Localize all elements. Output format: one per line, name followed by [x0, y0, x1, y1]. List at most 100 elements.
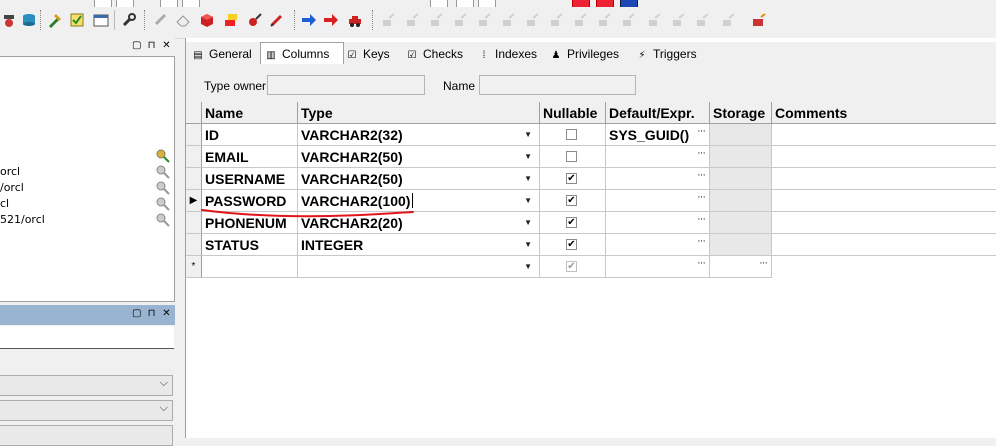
close-icon[interactable]: ✕ — [162, 308, 171, 319]
toolbar-clipped-button[interactable] — [182, 0, 200, 7]
ellipsis-button[interactable]: ··· — [697, 168, 706, 186]
name-cell[interactable]: USERNAME — [202, 168, 298, 190]
ellipsis-button[interactable]: ··· — [697, 234, 706, 252]
restore-icon[interactable]: ▢ — [132, 308, 141, 319]
tree-item-connection[interactable]: cl — [0, 197, 9, 210]
dropdown-arrow-icon[interactable]: ▼ — [524, 124, 532, 145]
disabled-tool-icon[interactable] — [572, 11, 590, 29]
table-row[interactable]: ID VARCHAR2(32) ▼ SYS_GUID() ··· — [186, 124, 996, 146]
table-row[interactable]: STATUS INTEGER ▼ ✔ ··· — [186, 234, 996, 256]
dropdown-select[interactable] — [0, 425, 173, 446]
comments-cell[interactable] — [772, 168, 996, 190]
ellipsis-button[interactable]: ··· — [697, 256, 706, 274]
ellipsis-button[interactable]: ··· — [697, 146, 706, 164]
report-icon[interactable] — [68, 11, 86, 29]
name-cell[interactable]: ID — [202, 124, 298, 146]
comments-cell[interactable] — [772, 124, 996, 146]
name-cell[interactable]: STATUS — [202, 234, 298, 256]
type-cell[interactable]: VARCHAR2(20) ▼ — [298, 212, 540, 234]
comments-cell[interactable] — [772, 146, 996, 168]
disabled-tool-icon[interactable] — [404, 11, 422, 29]
database-icon[interactable] — [20, 11, 38, 29]
disabled-tool-icon[interactable] — [694, 11, 712, 29]
default-cell[interactable]: ··· — [606, 256, 710, 278]
nullable-checkbox[interactable]: ✔ — [566, 239, 577, 250]
column-header-storage[interactable]: Storage — [710, 102, 772, 124]
pin-icon[interactable]: ⊓ — [147, 308, 156, 319]
tab-privileges[interactable]: ♟ Privileges — [546, 45, 628, 64]
name-cell[interactable]: EMAIL — [202, 146, 298, 168]
tab-triggers[interactable]: ⚡ Triggers — [632, 45, 702, 64]
nullable-checkbox[interactable] — [566, 129, 577, 140]
name-cell[interactable]: PHONENUM — [202, 212, 298, 234]
column-header-nullable[interactable]: Nullable — [540, 102, 606, 124]
row-indicator[interactable] — [186, 212, 202, 234]
toolbar-clipped-button[interactable] — [572, 0, 590, 7]
default-cell[interactable]: ··· — [606, 212, 710, 234]
dropdown-arrow-icon[interactable]: ▼ — [524, 256, 532, 277]
default-cell[interactable]: ··· — [606, 168, 710, 190]
nullable-cell[interactable]: ✔ — [540, 256, 606, 278]
toolbar-grip[interactable] — [372, 10, 376, 30]
window-list-icon[interactable] — [92, 11, 110, 29]
comments-cell[interactable] — [772, 234, 996, 256]
name-cell[interactable]: PASSWORD — [202, 190, 298, 212]
table-row[interactable]: ▶ PASSWORD VARCHAR2(100) ▼ ✔ ··· — [186, 190, 996, 212]
tab-columns[interactable]: ▥ Columns — [260, 42, 344, 65]
nullable-cell[interactable]: ✔ — [540, 234, 606, 256]
restore-icon[interactable]: ▢ — [132, 40, 141, 51]
row-indicator[interactable] — [186, 234, 202, 256]
dropdown-arrow-icon[interactable]: ▼ — [524, 190, 532, 211]
toolbar-clipped-button[interactable] — [94, 0, 112, 7]
pen-icon[interactable] — [268, 11, 286, 29]
toolbar-grip[interactable] — [144, 10, 148, 30]
tab-checks[interactable]: ☑ Checks — [402, 45, 470, 64]
default-cell[interactable]: ··· — [606, 190, 710, 212]
comments-cell[interactable] — [772, 256, 996, 278]
dropdown-select[interactable]: ⌵ — [0, 375, 173, 396]
disabled-tool-icon[interactable] — [500, 11, 518, 29]
arrow-right-red-icon[interactable] — [322, 11, 340, 29]
toolbar-clipped-button[interactable] — [430, 0, 448, 7]
comments-cell[interactable] — [772, 190, 996, 212]
pin-icon[interactable]: ⊓ — [147, 40, 156, 51]
disabled-tool-icon[interactable] — [670, 11, 688, 29]
column-header-comments[interactable]: Comments — [772, 102, 996, 124]
nullable-cell[interactable]: ✔ — [540, 168, 606, 190]
nullable-cell[interactable]: ✔ — [540, 212, 606, 234]
toolbar-grip[interactable] — [294, 10, 298, 30]
tree-item-connection[interactable]: /orcl — [0, 181, 24, 194]
table-row[interactable]: USERNAME VARCHAR2(50) ▼ ✔ ··· — [186, 168, 996, 190]
disabled-tool-icon[interactable] — [720, 11, 738, 29]
red-cube-icon[interactable] — [198, 11, 216, 29]
tools-icon[interactable] — [46, 11, 64, 29]
table-row[interactable]: PHONENUM VARCHAR2(20) ▼ ✔ ··· — [186, 212, 996, 234]
ellipsis-button[interactable]: ··· — [697, 124, 706, 142]
tab-general[interactable]: ▤ General — [188, 45, 260, 64]
nullable-cell[interactable] — [540, 146, 606, 168]
type-cell[interactable]: VARCHAR2(32) ▼ — [298, 124, 540, 146]
eraser-icon[interactable] — [174, 11, 192, 29]
type-cell[interactable]: ▼ — [298, 256, 540, 278]
toolbar-clipped-button[interactable] — [116, 0, 134, 7]
dropdown-arrow-icon[interactable]: ▼ — [524, 234, 532, 255]
default-cell[interactable]: ··· — [606, 146, 710, 168]
name-cell[interactable] — [202, 256, 298, 278]
toolbar-clipped-button[interactable] — [160, 0, 178, 7]
type-cell[interactable]: VARCHAR2(100) ▼ — [298, 190, 540, 212]
disabled-tool-icon[interactable] — [428, 11, 446, 29]
type-owner-field[interactable] — [267, 75, 425, 95]
highlighter-icon[interactable] — [222, 11, 240, 29]
tree-item-connection[interactable]: orcl — [0, 165, 20, 178]
nullable-checkbox[interactable] — [566, 151, 577, 162]
row-indicator[interactable] — [186, 146, 202, 168]
type-cell[interactable]: VARCHAR2(50) ▼ — [298, 168, 540, 190]
disabled-tool-icon[interactable] — [452, 11, 470, 29]
default-cell[interactable]: ··· — [606, 234, 710, 256]
row-indicator[interactable]: ▶ — [186, 190, 202, 212]
dropdown-select[interactable]: ⌵ — [0, 400, 173, 421]
ellipsis-button[interactable]: ··· — [697, 190, 706, 208]
disabled-tool-icon[interactable] — [380, 11, 398, 29]
type-cell[interactable]: INTEGER ▼ — [298, 234, 540, 256]
tree-item-connection[interactable]: 521/orcl — [0, 213, 45, 226]
